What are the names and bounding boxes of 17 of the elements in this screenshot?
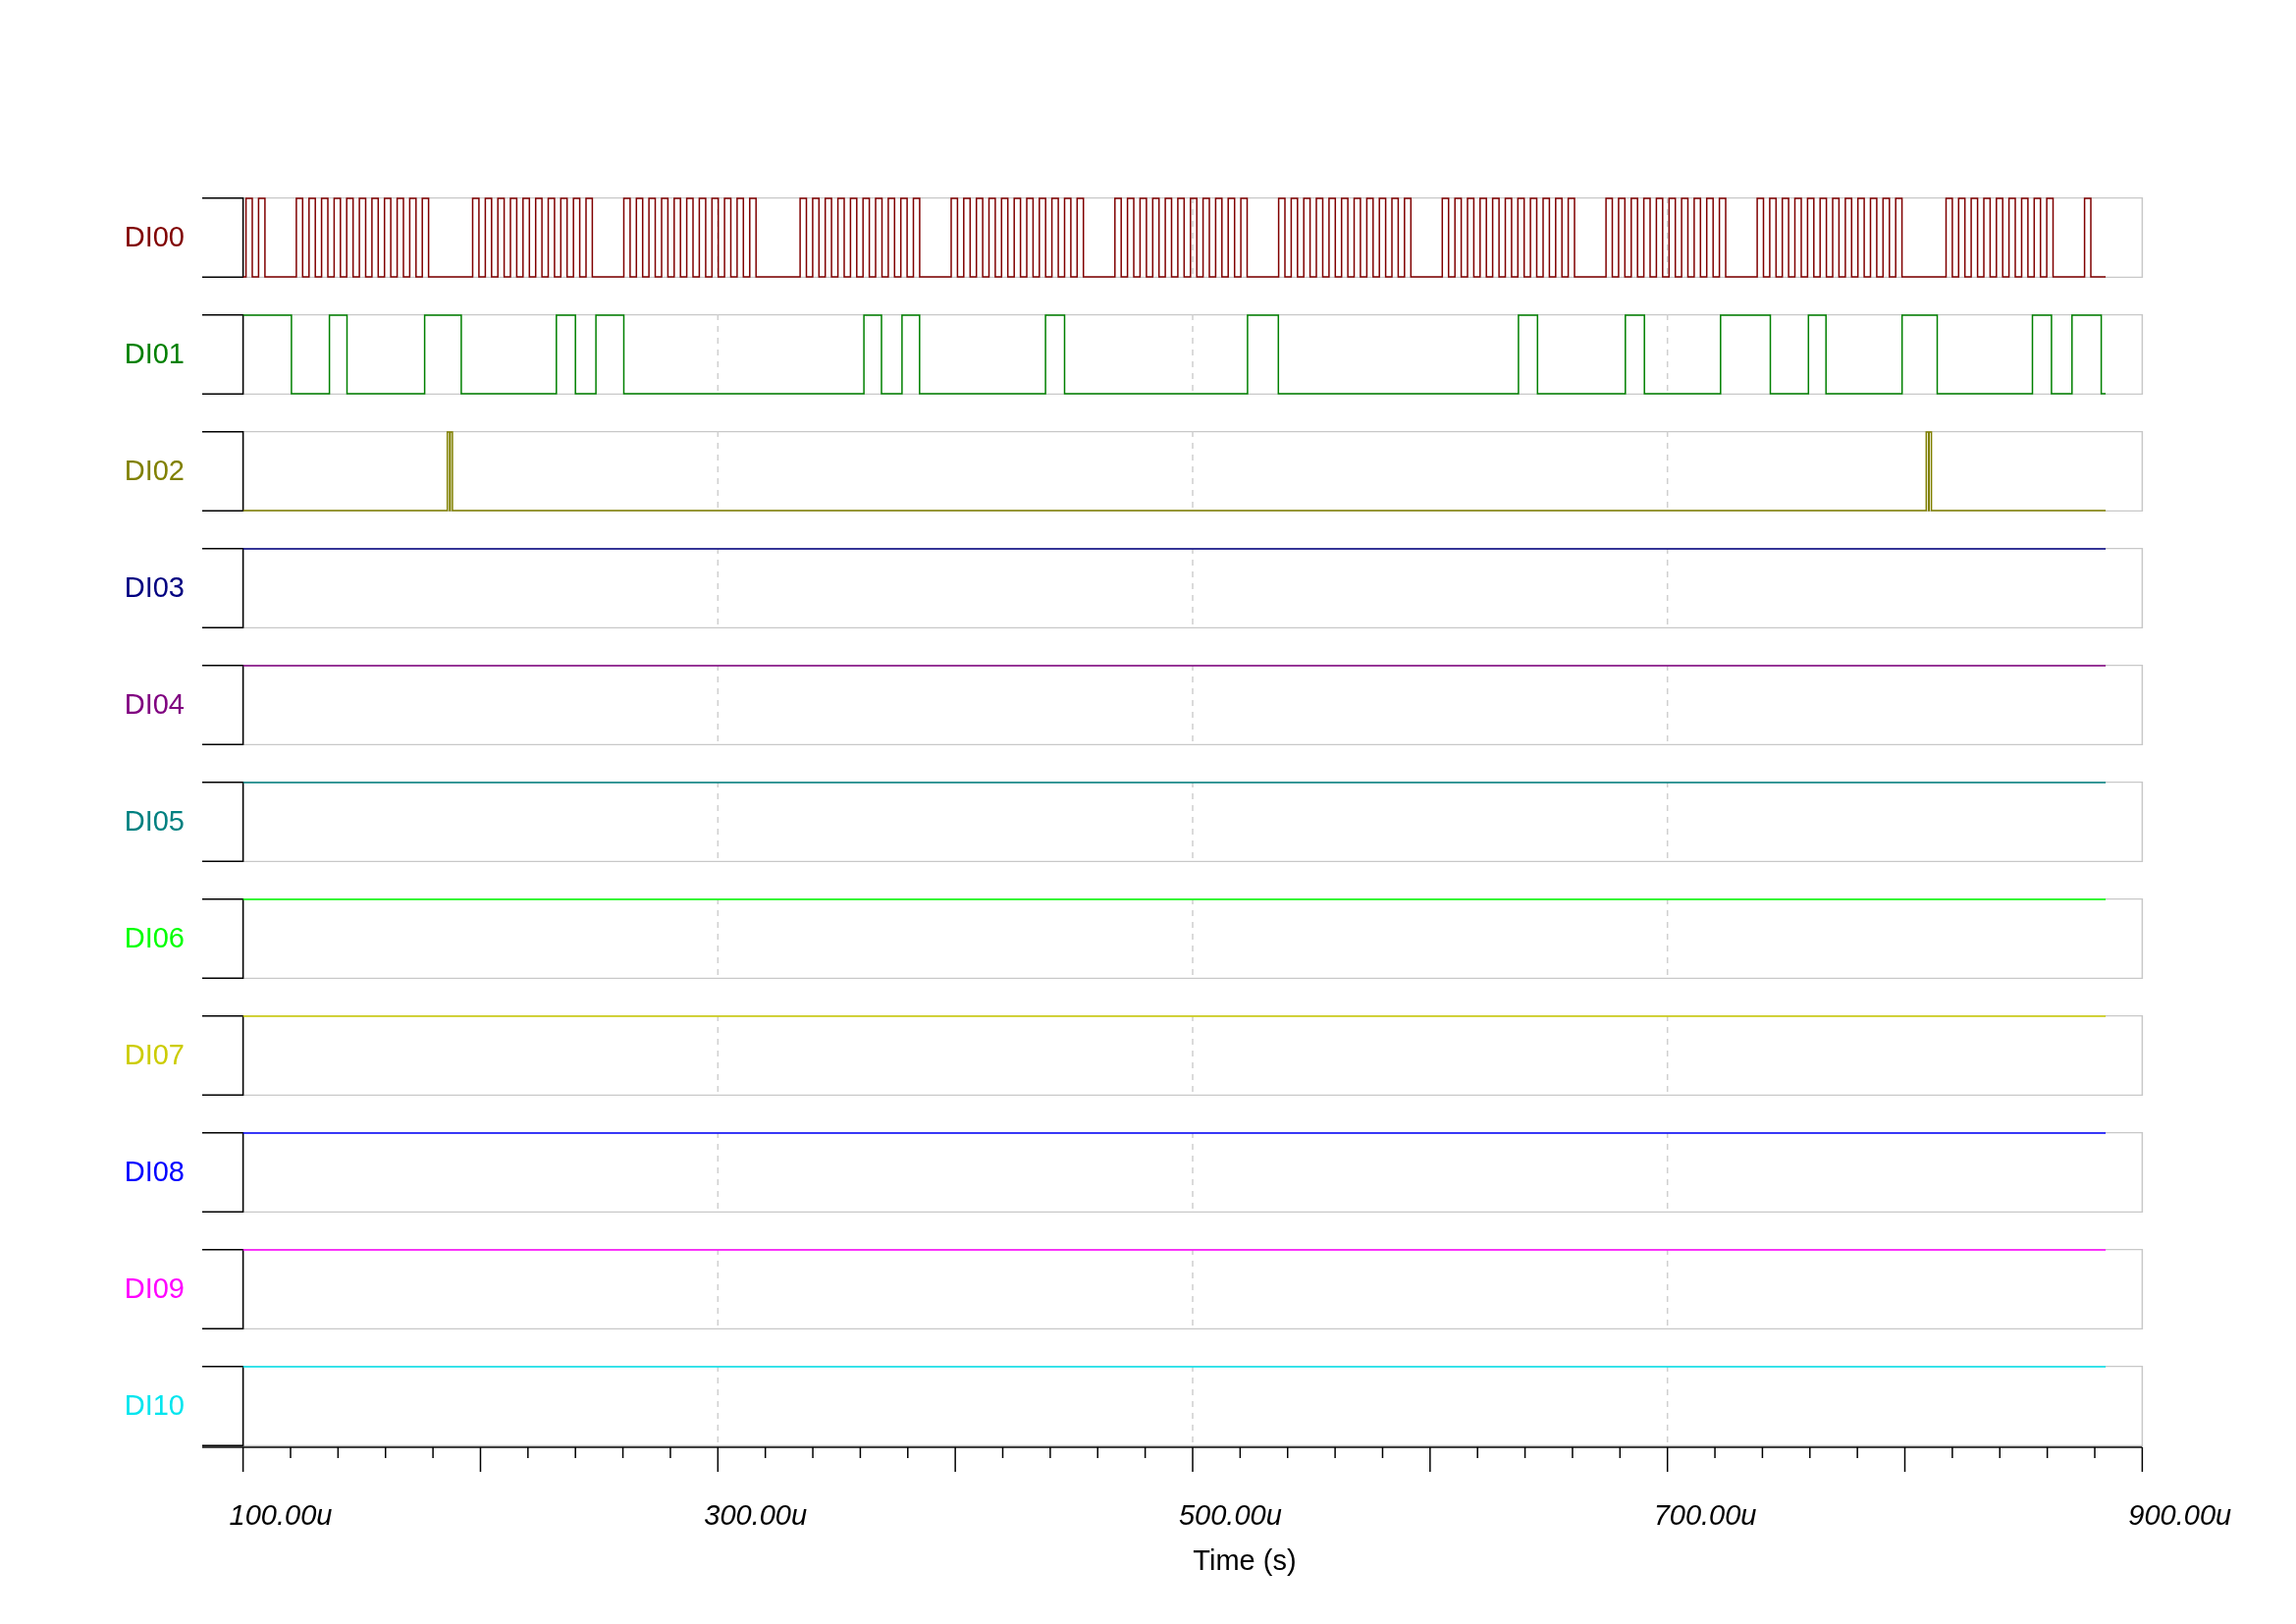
channel-label: DI08 (124, 1155, 185, 1190)
channel-label: DI00 (124, 220, 185, 255)
channel-label: DI09 (124, 1272, 185, 1307)
channel-label: DI01 (124, 337, 185, 372)
channel-label: DI05 (124, 804, 185, 839)
tick-label: 100.00u (229, 1499, 333, 1531)
axis-title: Time (s) (1193, 1544, 1297, 1576)
tick-label: 500.00u (1179, 1499, 1282, 1531)
channel-label: DI02 (124, 454, 185, 489)
channel-label: DI06 (124, 921, 185, 956)
channel-label: DI04 (124, 687, 185, 723)
channel-label: DI03 (124, 570, 185, 606)
tick-label: 900.00u (2128, 1499, 2232, 1531)
tick-label: 300.00u (704, 1499, 808, 1531)
channel-label: DI07 (124, 1038, 185, 1073)
channel-label: DI10 (124, 1388, 185, 1424)
tick-label: 700.00u (1653, 1499, 1757, 1531)
